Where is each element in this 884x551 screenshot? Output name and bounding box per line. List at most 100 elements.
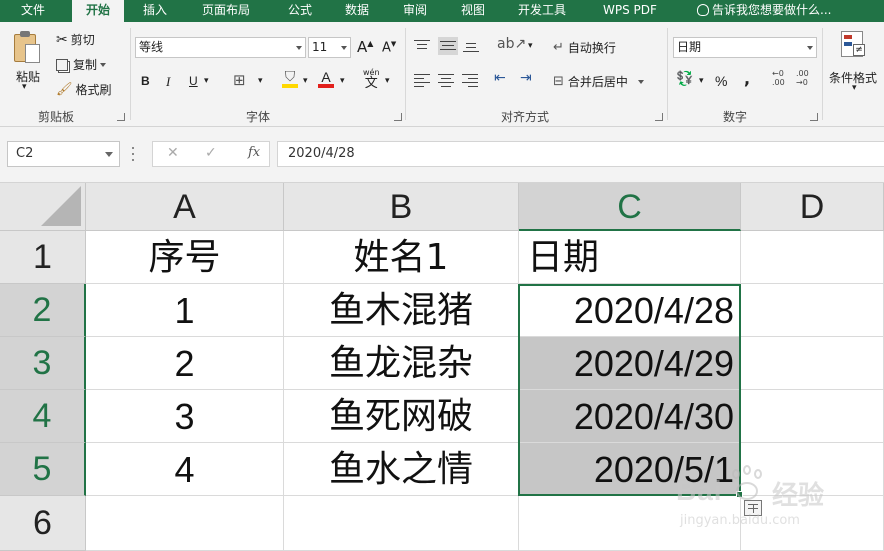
clipboard-launcher-icon[interactable] <box>117 113 125 121</box>
orientation-icon[interactable]: ab↗ <box>497 36 526 52</box>
column-header-c[interactable]: C <box>519 183 741 231</box>
cell-a5[interactable]: 4 <box>86 443 284 496</box>
cell-a4[interactable]: 3 <box>86 390 284 443</box>
font-name-select[interactable]: 等线 <box>135 37 306 58</box>
row-header-3[interactable]: 3 <box>0 337 86 390</box>
border-icon[interactable]: ⊞ <box>233 71 246 89</box>
chevron-down-icon[interactable]: ▾ <box>528 41 533 51</box>
increase-indent-icon[interactable]: ⇥ <box>520 70 532 86</box>
font-color-letter: A <box>321 69 331 85</box>
comma-button[interactable]: , <box>744 69 750 88</box>
font-color-button[interactable]: A <box>318 70 334 88</box>
align-center-icon[interactable] <box>438 74 454 87</box>
watermark-url: jingyan.baidu.com <box>680 513 800 528</box>
shrink-font-button[interactable]: A▼ <box>382 40 396 55</box>
chevron-down-icon[interactable]: ▾ <box>303 76 308 86</box>
cell-d2[interactable] <box>741 284 884 337</box>
cell-d3[interactable] <box>741 337 884 390</box>
cell-d1[interactable] <box>741 231 884 284</box>
decrease-indent-icon[interactable]: ⇤ <box>494 70 506 86</box>
align-middle-icon[interactable] <box>438 37 458 55</box>
paste-icon <box>12 30 42 64</box>
chevron-down-icon[interactable]: ▾ <box>699 76 704 86</box>
font-group-label: 字体 <box>246 110 271 124</box>
column-header-d[interactable]: D <box>741 183 884 231</box>
row-header-2[interactable]: 2 <box>0 284 86 337</box>
cell-a6[interactable] <box>86 496 284 551</box>
row-header-1[interactable]: 1 <box>0 231 86 284</box>
number-launcher-icon[interactable] <box>810 113 818 121</box>
tab-data[interactable]: 数据 <box>345 0 369 22</box>
tab-home[interactable]: 开始 <box>72 0 124 22</box>
tab-page-layout[interactable]: 页面布局 <box>202 0 250 22</box>
chevron-down-icon[interactable]: ▾ <box>340 76 345 86</box>
align-left-icon[interactable] <box>414 74 430 87</box>
tab-formulas[interactable]: 公式 <box>288 0 312 22</box>
font-size-select[interactable]: 11 <box>308 37 351 58</box>
cell-b5[interactable]: 鱼水之情 <box>284 443 519 496</box>
percent-button[interactable]: % <box>715 73 727 89</box>
select-all-button[interactable] <box>0 183 86 231</box>
insert-function-icon[interactable]: fx <box>248 145 260 160</box>
font-launcher-icon[interactable] <box>394 113 402 121</box>
chevron-down-icon: ▾ <box>22 82 27 92</box>
splitter-handle[interactable] <box>132 145 134 163</box>
number-group-label: 数字 <box>723 110 748 124</box>
cut-label: 剪切 <box>70 33 95 47</box>
cell-b4[interactable]: 鱼死网破 <box>284 390 519 443</box>
cell-a1[interactable]: 序号 <box>86 231 284 284</box>
name-box[interactable]: C2 <box>7 141 120 167</box>
tab-insert[interactable]: 插入 <box>143 0 167 22</box>
increase-decimal-icon[interactable]: ←0.00 <box>772 69 785 87</box>
italic-button[interactable]: I <box>166 74 170 90</box>
cell-d4[interactable] <box>741 390 884 443</box>
cell-a3[interactable]: 2 <box>86 337 284 390</box>
cancel-icon[interactable]: ✕ <box>167 145 179 161</box>
row-header-4[interactable]: 4 <box>0 390 86 443</box>
paw-logo-icon <box>728 465 772 509</box>
formula-input[interactable]: 2020/4/28 <box>277 141 884 167</box>
align-right-icon[interactable] <box>462 74 478 87</box>
copy-button[interactable]: 复制 <box>56 56 107 73</box>
cut-button[interactable]: ✂ 剪切 <box>56 31 95 48</box>
decrease-decimal-icon[interactable]: .00 →0 <box>796 69 809 87</box>
currency-icon[interactable]: 💱 <box>676 71 693 87</box>
tab-review[interactable]: 审阅 <box>403 0 427 22</box>
cell-b2[interactable]: 鱼木混猪 <box>284 284 519 337</box>
tell-me-search[interactable]: 告诉我您想要做什么... <box>697 0 831 22</box>
cell-b1[interactable]: 姓名1 <box>284 231 519 284</box>
alignment-launcher-icon[interactable] <box>655 113 663 121</box>
cell-c1[interactable]: 日期 <box>519 231 741 284</box>
enter-icon[interactable]: ✓ <box>205 145 217 161</box>
chevron-down-icon[interactable]: ▾ <box>385 76 390 86</box>
chevron-down-icon[interactable]: ▾ <box>258 76 263 86</box>
chevron-down-icon[interactable]: ▾ <box>204 76 209 86</box>
column-header-a[interactable]: A <box>86 183 284 231</box>
phonetic-button[interactable]: wén 文 <box>363 68 380 91</box>
cell-c2[interactable]: 2020/4/28 <box>519 284 741 337</box>
cell-b3[interactable]: 鱼龙混杂 <box>284 337 519 390</box>
column-header-b[interactable]: B <box>284 183 519 231</box>
tab-file[interactable]: 文件 <box>21 0 45 22</box>
tab-wps-pdf[interactable]: WPS PDF <box>603 0 657 22</box>
cell-c3[interactable]: 2020/4/29 <box>519 337 741 390</box>
cell-c4[interactable]: 2020/4/30 <box>519 390 741 443</box>
tab-developer[interactable]: 开发工具 <box>518 0 566 22</box>
bold-button[interactable]: B <box>141 74 150 88</box>
underline-button[interactable]: U <box>189 74 198 88</box>
align-bottom-icon[interactable] <box>463 40 479 52</box>
fill-color-swatch <box>282 84 298 88</box>
number-format-select[interactable]: 日期 <box>673 37 817 58</box>
format-painter-button[interactable]: 🖌 格式刷 <box>56 81 112 98</box>
cell-b6[interactable] <box>284 496 519 551</box>
row-header-5[interactable]: 5 <box>0 443 86 496</box>
grow-font-button[interactable]: A▲ <box>357 38 373 56</box>
merge-center-button[interactable]: ⊟ 合并后居中 <box>553 73 644 90</box>
wrap-text-button[interactable]: ↵ 自动换行 <box>553 39 616 56</box>
fill-color-button[interactable]: ⛉ <box>282 70 298 88</box>
row-header-6[interactable]: 6 <box>0 496 86 551</box>
cell-a2[interactable]: 1 <box>86 284 284 337</box>
align-top-icon[interactable] <box>414 40 430 52</box>
tab-view[interactable]: 视图 <box>461 0 485 22</box>
merge-center-label: 合并后居中 <box>567 75 628 89</box>
